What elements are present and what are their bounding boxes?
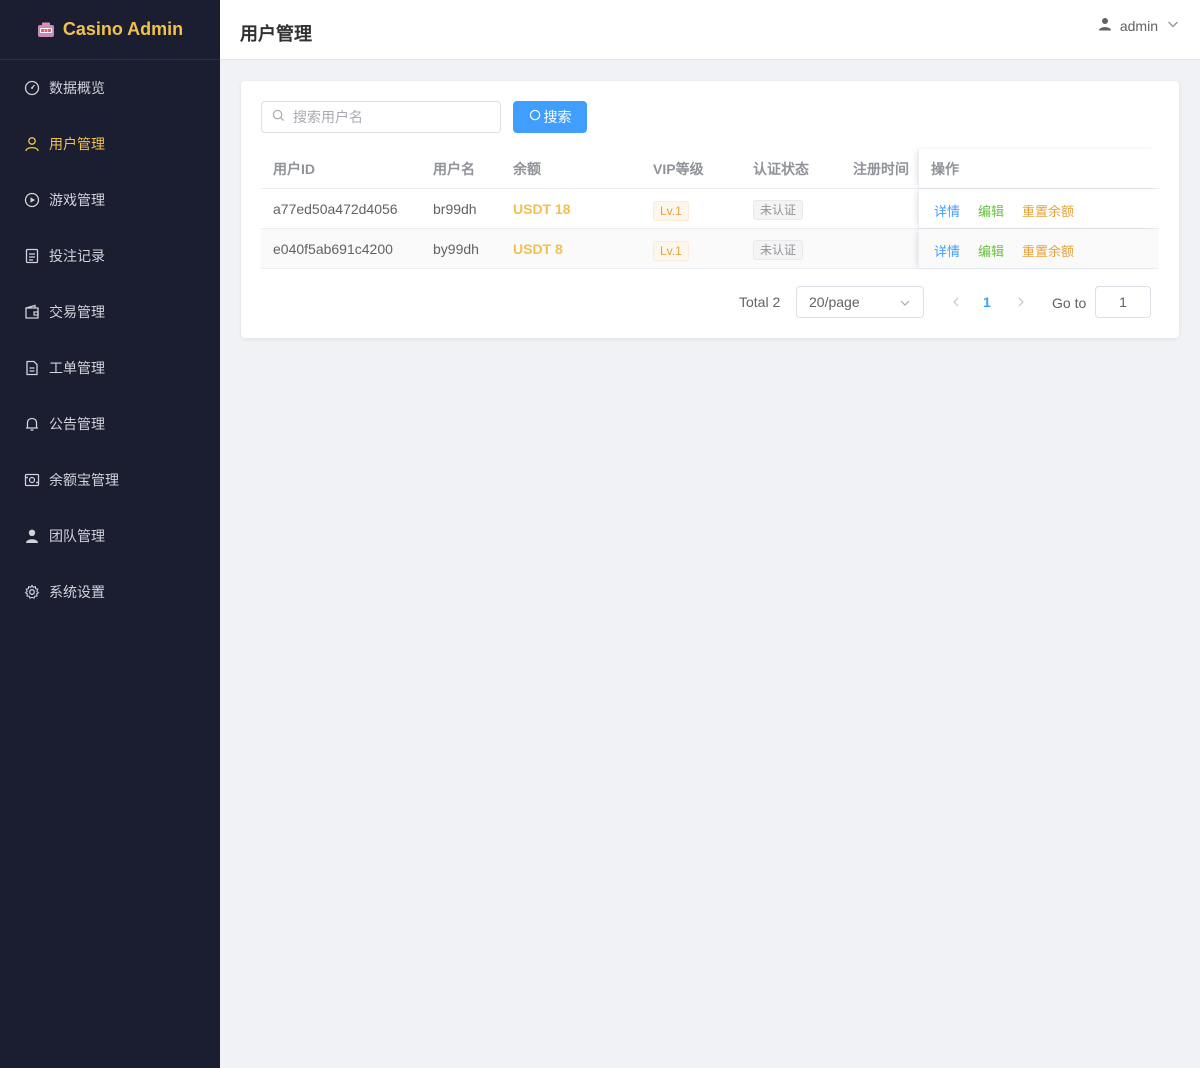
page-number-current[interactable]: 1 [983, 294, 991, 310]
play-icon [24, 192, 40, 208]
sidebar-item-games[interactable]: 游戏管理 [0, 172, 220, 228]
sidebar-item-users[interactable]: 用户管理 [0, 116, 220, 172]
logo[interactable]: Casino Admin [0, 0, 220, 60]
slot-machine-icon [37, 22, 55, 38]
wallet-icon [24, 304, 40, 320]
column-header-balance: 余额 [513, 160, 541, 177]
chevron-left-icon [953, 297, 959, 307]
username-cell: by99dh [433, 240, 479, 257]
table-header: 用户ID 用户名 余额 VIP等级 认证状态 注册时间 操作 [261, 149, 1159, 189]
bell-icon [24, 416, 40, 432]
vip-cell: Lv.1 [641, 189, 741, 228]
pagination: Total 2 20/page 1 Go to [241, 286, 1179, 318]
sidebar-item-label: 余额宝管理 [49, 472, 119, 488]
page-size-select[interactable]: 20/page [796, 286, 924, 318]
search-icon [529, 109, 542, 125]
sidebar-item-transactions[interactable]: 交易管理 [0, 284, 220, 340]
column-header-actions: 操作 [918, 149, 1159, 188]
page-title: 用户管理 [240, 24, 312, 44]
search-button[interactable]: 搜索 [513, 101, 587, 133]
balance-cell: USDT 8 [501, 229, 641, 268]
sidebar-item-label: 用户管理 [49, 136, 105, 152]
user-icon [24, 136, 40, 152]
goto-label: Go to [1052, 295, 1087, 311]
balance-value: USDT 18 [513, 200, 571, 217]
sidebar-item-announcements[interactable]: 公告管理 [0, 396, 220, 452]
document-icon [24, 248, 40, 264]
sidebar-item-label: 交易管理 [49, 304, 105, 320]
chevron-right-icon [1018, 297, 1024, 307]
user-dropdown[interactable]: admin [1098, 17, 1180, 34]
registered-cell [841, 189, 918, 228]
sidebar: Casino Admin 数据概览 用户管理 游戏管理 投注记录 交易管理 工单… [0, 0, 220, 1068]
column-header-registered: 注册时间 [853, 160, 909, 177]
column-header-vip: VIP等级 [653, 160, 704, 177]
balance-cell: USDT 18 [501, 189, 641, 228]
user-list-card: 搜索 用户ID 用户名 余额 VIP等级 认证状态 注册时间 操作 a77ed5… [241, 81, 1179, 338]
sidebar-item-dashboard[interactable]: 数据概览 [0, 60, 220, 116]
user-icon [1098, 17, 1112, 34]
vip-badge: Lv.1 [653, 240, 689, 261]
app-title: Casino Admin [62, 19, 184, 39]
column-header-username: 用户名 [433, 160, 475, 177]
money-icon [24, 472, 40, 488]
next-page-button[interactable] [1013, 294, 1029, 310]
chevron-down-icon [1166, 17, 1180, 34]
user-id-cell: e040f5ab691c4200 [273, 240, 393, 257]
detail-link[interactable]: 详情 [934, 201, 960, 220]
balance-value: USDT 8 [513, 240, 563, 257]
auth-cell: 未认证 [741, 189, 841, 228]
column-header-user-id: 用户ID [273, 160, 315, 177]
auth-status-badge: 未认证 [753, 199, 804, 220]
sidebar-item-label: 公告管理 [49, 416, 105, 432]
actions-cell: 详情 编辑 重置余额 [918, 189, 1159, 228]
sidebar-item-label: 系统设置 [49, 584, 105, 600]
column-header-auth: 认证状态 [753, 160, 809, 177]
reset-balance-link[interactable]: 重置余额 [1022, 201, 1074, 220]
edit-link[interactable]: 编辑 [978, 241, 1004, 260]
users-table: 用户ID 用户名 余额 VIP等级 认证状态 注册时间 操作 a77ed50a4… [261, 149, 1159, 269]
table-row: e040f5ab691c4200 by99dh USDT 8 Lv.1 未认证 … [261, 229, 1159, 269]
vip-cell: Lv.1 [641, 229, 741, 268]
ticket-icon [24, 360, 40, 376]
sidebar-item-label: 团队管理 [49, 528, 105, 544]
total-count: Total 2 [739, 294, 781, 310]
search-box [261, 101, 501, 133]
top-header: 用户管理 admin [220, 0, 1200, 60]
sidebar-item-tickets[interactable]: 工单管理 [0, 340, 220, 396]
sidebar-menu: 数据概览 用户管理 游戏管理 投注记录 交易管理 工单管理 公告管理 余额宝管理… [0, 60, 220, 620]
auth-status-badge: 未认证 [753, 239, 804, 260]
gear-icon [24, 584, 40, 600]
page-size-value: 20/page [809, 294, 860, 310]
search-icon [272, 109, 285, 125]
auth-cell: 未认证 [741, 229, 841, 268]
sidebar-item-bets[interactable]: 投注记录 [0, 228, 220, 284]
reset-balance-link[interactable]: 重置余额 [1022, 241, 1074, 260]
chevron-down-icon [900, 300, 910, 306]
table-row: a77ed50a472d4056 br99dh USDT 18 Lv.1 未认证… [261, 189, 1159, 229]
vip-badge: Lv.1 [653, 200, 689, 221]
dashboard-icon [24, 80, 40, 96]
sidebar-item-label: 游戏管理 [49, 192, 105, 208]
team-icon [24, 528, 40, 544]
user-id-cell: a77ed50a472d4056 [273, 200, 398, 217]
sidebar-item-label: 数据概览 [49, 80, 105, 96]
search-input[interactable] [293, 109, 483, 125]
username-cell: br99dh [433, 200, 477, 217]
sidebar-item-yuebao[interactable]: 余额宝管理 [0, 452, 220, 508]
sidebar-item-label: 工单管理 [49, 360, 105, 376]
actions-cell: 详情 编辑 重置余额 [918, 229, 1159, 268]
sidebar-item-team[interactable]: 团队管理 [0, 508, 220, 564]
username-label: admin [1119, 17, 1158, 34]
detail-link[interactable]: 详情 [934, 241, 960, 260]
search-button-label: 搜索 [543, 109, 572, 125]
registered-cell [841, 229, 918, 268]
prev-page-button[interactable] [948, 294, 964, 310]
edit-link[interactable]: 编辑 [978, 201, 1004, 220]
goto-page-input[interactable] [1095, 286, 1151, 318]
sidebar-item-label: 投注记录 [49, 248, 105, 264]
sidebar-item-settings[interactable]: 系统设置 [0, 564, 220, 620]
